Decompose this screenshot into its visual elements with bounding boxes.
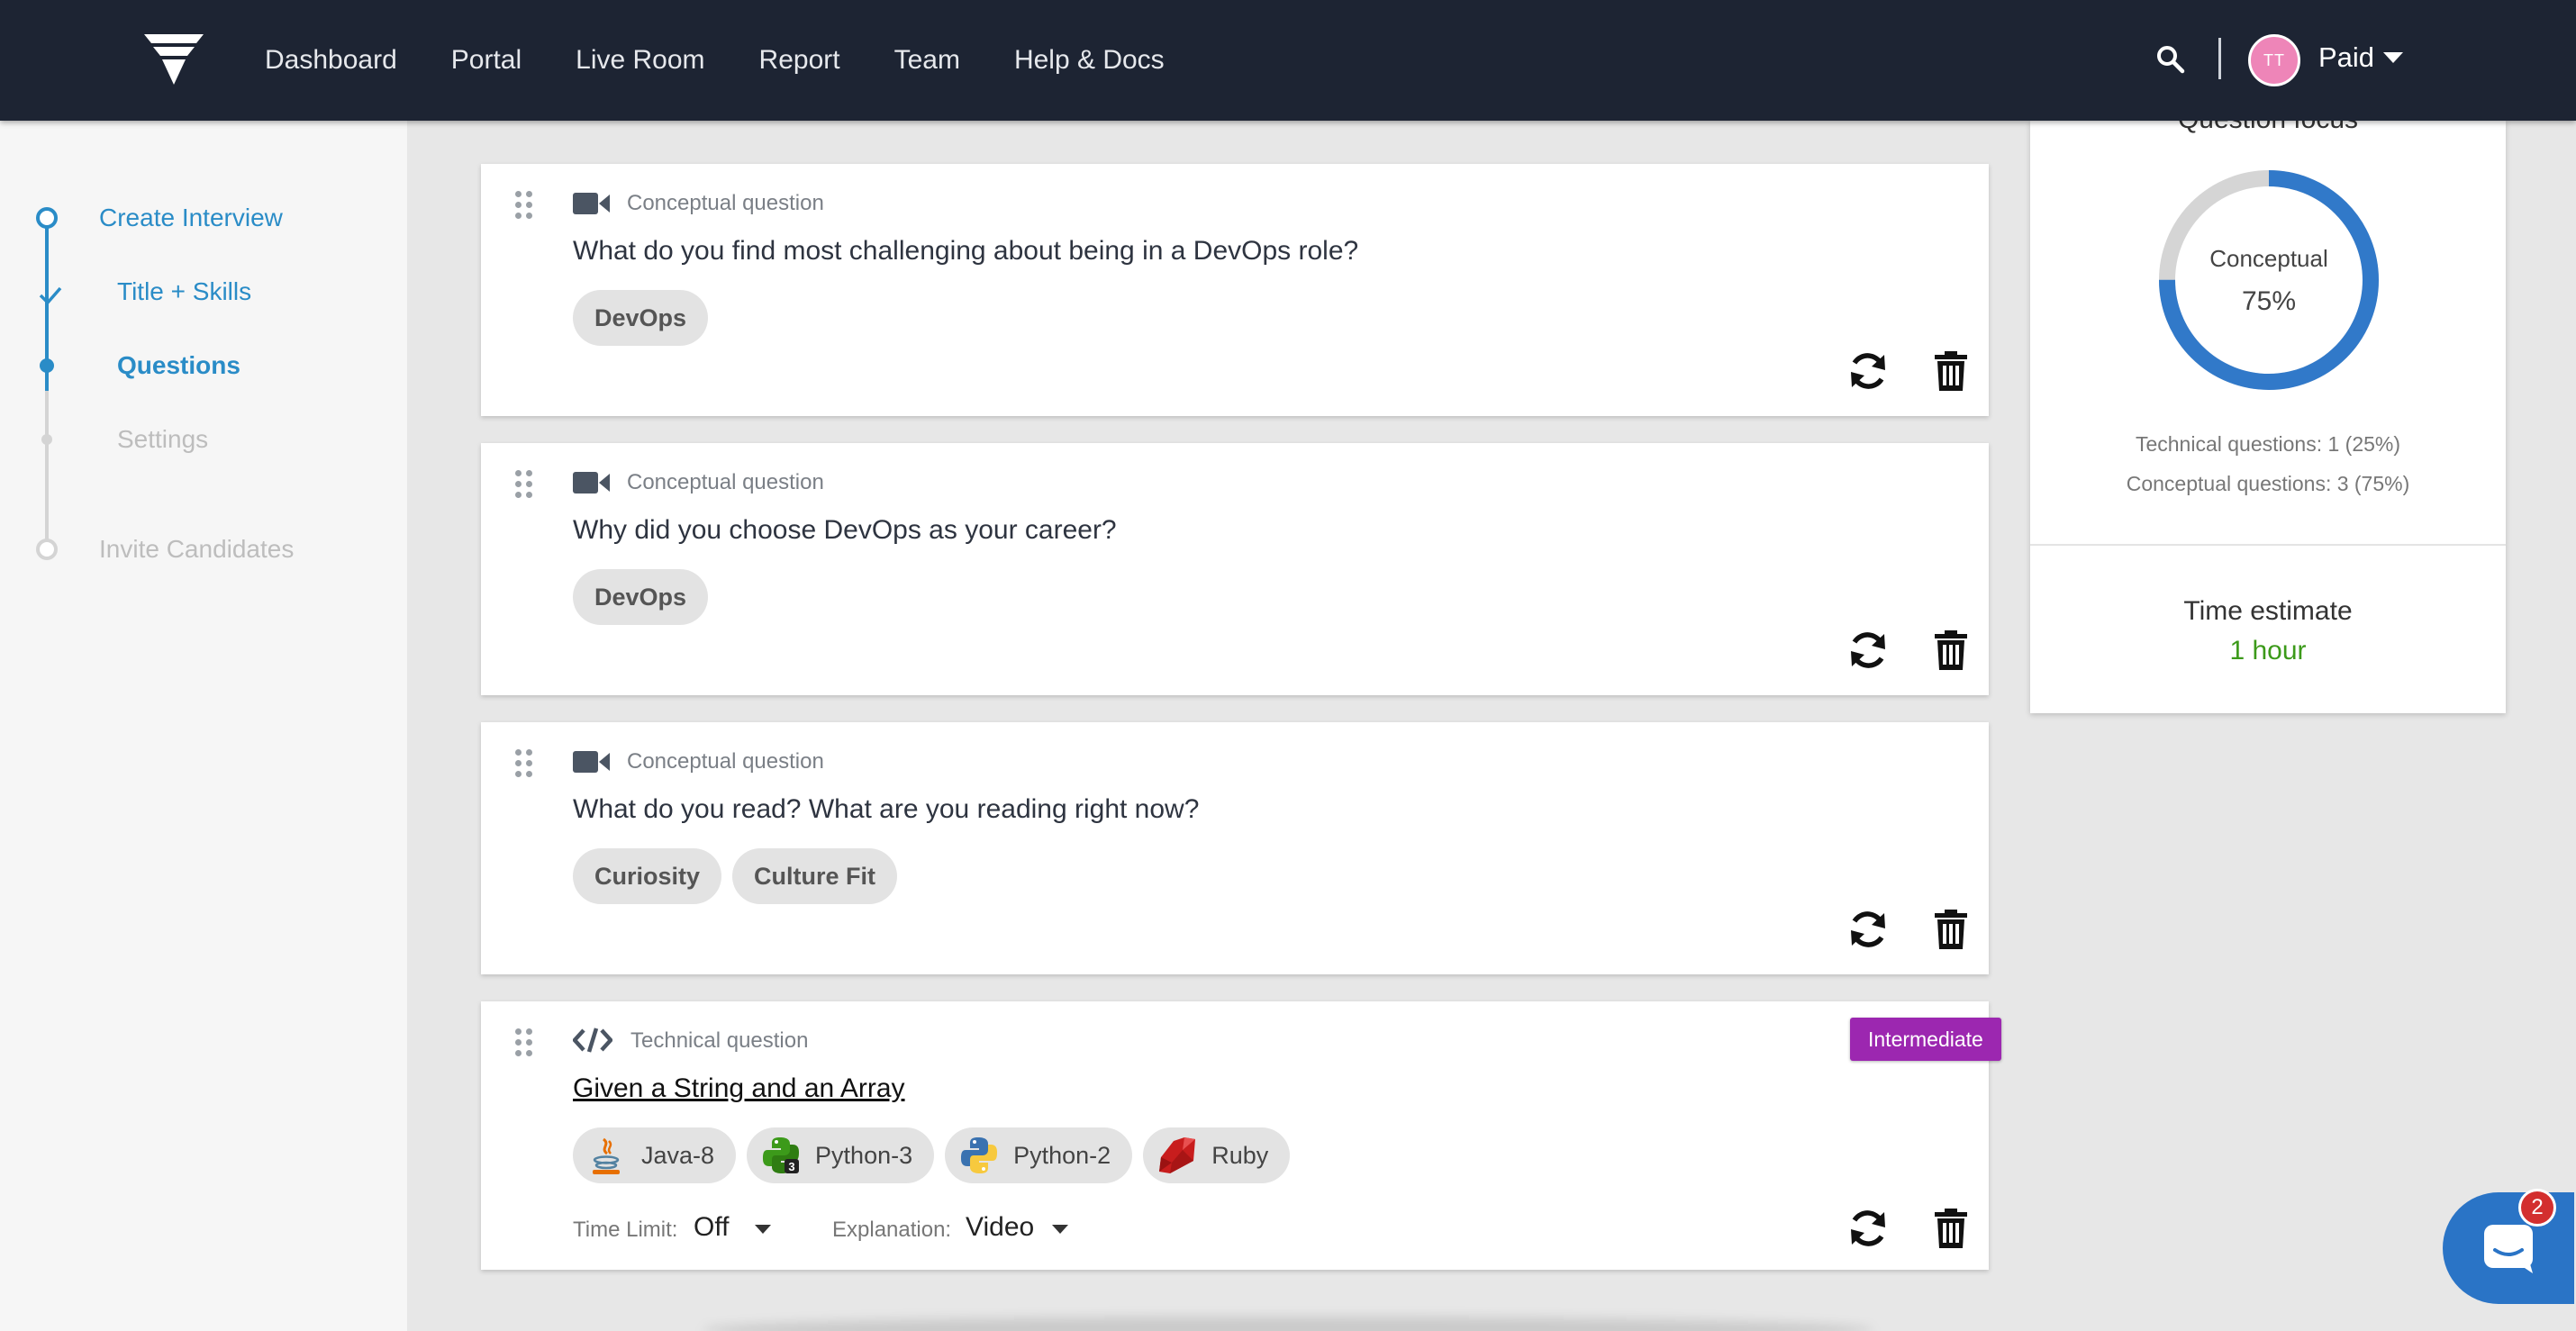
question-card[interactable]: Conceptual question What do you read? Wh… [481,722,1989,974]
donut-percent: 75% [2241,286,2297,316]
technical-count: Technical questions: 1 (25%) [2135,432,2401,456]
check-icon [39,286,62,305]
step-questions[interactable]: Questions [117,351,240,380]
stepper-rail-inactive [45,391,49,544]
trash-icon[interactable] [1929,908,1973,951]
top-navbar: Dashboard Portal Live Room Report Team H… [0,0,2576,121]
question-card[interactable]: Conceptual question Why did you choose D… [481,443,1989,695]
language-label: Python-3 [815,1141,913,1169]
chevron-down-icon[interactable] [1052,1225,1068,1234]
step-dot-settings [41,434,52,445]
language-tag-ruby: Ruby [1143,1127,1291,1183]
panel-divider [2030,544,2506,546]
refresh-icon[interactable] [1846,629,1890,672]
nav-report[interactable]: Report [759,45,840,76]
tag-list: Curiosity Culture Fit [573,848,898,904]
trash-icon[interactable] [1929,629,1973,672]
question-title: What do you find most challenging about … [573,236,1359,266]
brand-logo-icon[interactable] [144,34,204,85]
chevron-down-icon[interactable] [2383,52,2403,63]
drag-handle-icon[interactable] [515,1028,533,1057]
explanation-select[interactable]: Video [966,1212,1034,1243]
python2-icon [961,1137,998,1173]
language-tag-java: Java-8 [573,1127,737,1183]
nav-divider [2218,38,2221,79]
trash-icon[interactable] [1929,349,1973,393]
question-type: Conceptual question [627,191,824,215]
time-limit-label: Time Limit: [573,1218,678,1242]
avatar[interactable]: TT [2248,34,2300,86]
language-tag-list: Java-8 3 Python-3 Python-2 Ruby [573,1127,1291,1183]
question-focus-donut [2159,170,2379,390]
next-card-shadow [703,1317,1873,1331]
drag-handle-icon[interactable] [515,470,533,499]
skill-tag: Culture Fit [732,848,898,904]
video-camera-icon [573,472,610,493]
main-nav: Dashboard Portal Live Room Report Team H… [265,0,1165,121]
search-icon[interactable] [2154,43,2187,76]
step-dot-questions [40,358,54,373]
step-title-skills[interactable]: Title + Skills [117,277,251,306]
java-icon [593,1137,620,1174]
skill-tag: DevOps [573,290,709,346]
question-title: What do you read? What are you reading r… [573,794,1200,824]
nav-help-docs[interactable]: Help & Docs [1014,45,1165,76]
plan-label[interactable]: Paid [2318,41,2374,74]
trash-icon[interactable] [1929,1207,1973,1250]
drag-handle-icon[interactable] [515,191,533,220]
wizard-sidebar: Create Interview Title + Skills Question… [0,121,407,1331]
refresh-icon[interactable] [1846,908,1890,951]
svg-text:3: 3 [788,1160,794,1173]
step-settings[interactable]: Settings [117,425,208,454]
question-title-link[interactable]: Given a String and an Array [573,1073,905,1104]
step-circle-create [36,207,58,229]
video-camera-icon [573,751,610,773]
time-estimate-value: 1 hour [2229,636,2307,666]
language-label: Python-2 [1013,1141,1111,1169]
chevron-down-icon[interactable] [755,1225,771,1234]
refresh-icon[interactable] [1846,1207,1890,1250]
skill-tag: Curiosity [573,848,722,904]
refresh-icon[interactable] [1846,349,1890,393]
explanation-label: Explanation: [832,1218,952,1242]
language-tag-python3: 3 Python-3 [747,1127,935,1183]
step-invite-candidates[interactable]: Invite Candidates [99,535,294,564]
difficulty-badge: Intermediate [1850,1018,2001,1061]
nav-live-room[interactable]: Live Room [576,45,704,76]
drag-handle-icon[interactable] [515,749,533,778]
step-circle-invite [36,539,58,560]
question-summary-panel: Question focus Conceptual 75% Technical … [2030,104,2506,713]
unread-badge: 2 [2518,1189,2556,1227]
language-label: Java-8 [641,1141,715,1169]
question-card[interactable]: Conceptual question What do you find mos… [481,164,1989,416]
question-type: Conceptual question [627,470,824,494]
language-label: Ruby [1211,1141,1269,1169]
donut-label: Conceptual [2209,245,2328,272]
conceptual-count: Conceptual questions: 3 (75%) [2126,472,2410,495]
nav-dashboard[interactable]: Dashboard [265,45,397,76]
python3-icon: 3 [763,1137,800,1173]
question-card-technical[interactable]: Technical question Intermediate Given a … [481,1001,2001,1270]
skill-tag: DevOps [573,569,709,625]
question-type: Technical question [630,1028,809,1053]
chat-icon [2484,1225,2533,1273]
nav-portal[interactable]: Portal [451,45,522,76]
tag-list: DevOps [573,290,709,346]
time-limit-select[interactable]: Off [694,1212,729,1243]
code-icon [573,1028,612,1053]
step-create-interview[interactable]: Create Interview [99,204,283,232]
tag-list: DevOps [573,569,709,625]
language-tag-python2: Python-2 [945,1127,1133,1183]
question-type: Conceptual question [627,749,824,774]
question-title: Why did you choose DevOps as your career… [573,515,1117,545]
ruby-icon [1159,1137,1196,1173]
video-camera-icon [573,193,610,214]
nav-team[interactable]: Team [894,45,960,76]
time-estimate-title: Time estimate [2183,596,2353,626]
